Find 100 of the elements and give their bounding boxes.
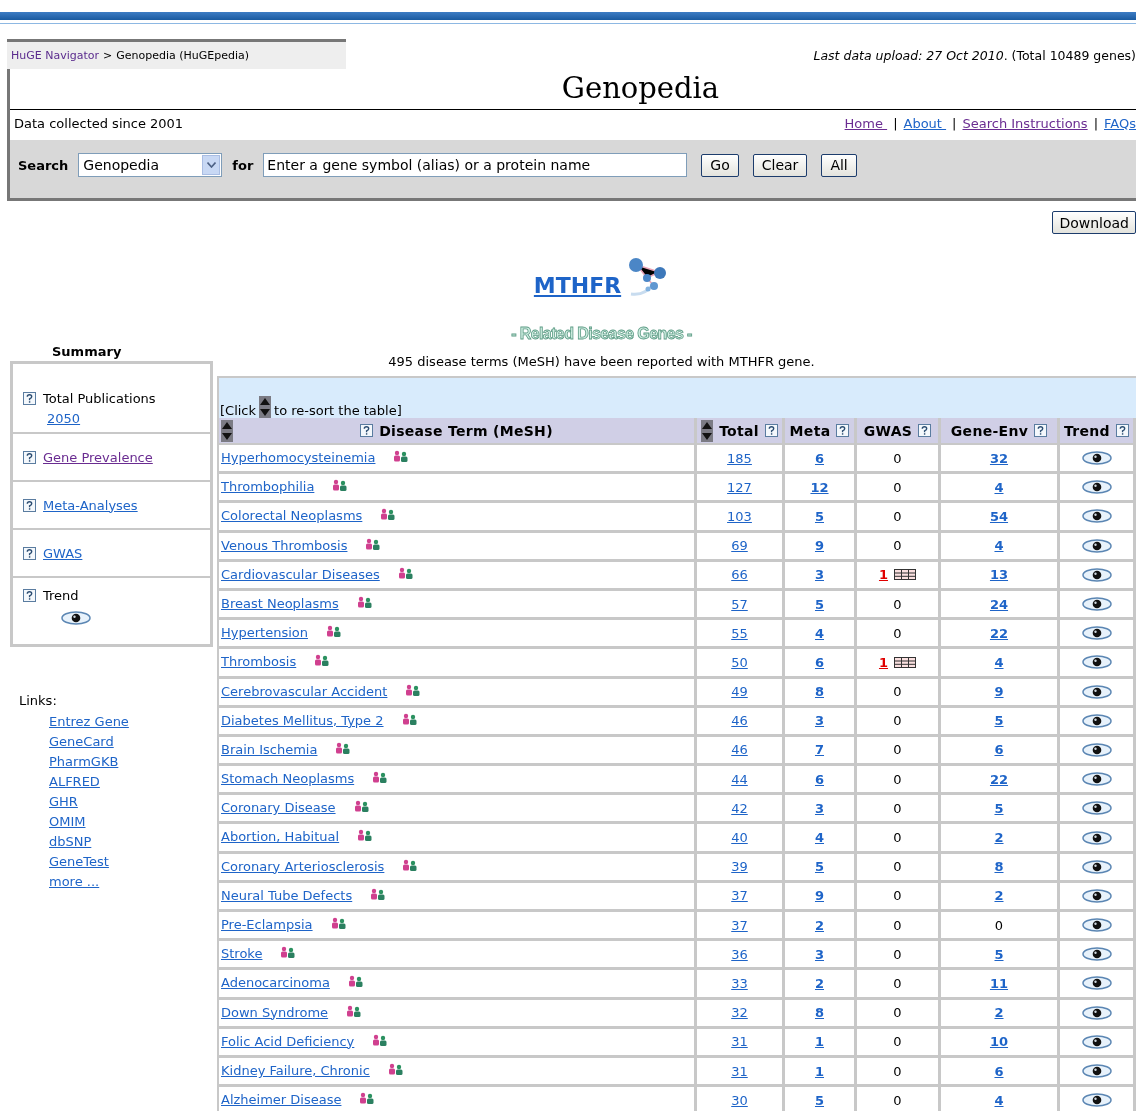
people-icon[interactable] [356,595,372,608]
nav-link[interactable]: About [903,115,947,131]
search-button[interactable]: Go [701,153,739,177]
people-icon[interactable] [332,479,348,492]
disease-link[interactable]: Colorectal Neoplasms [221,508,363,524]
eye-icon[interactable] [1081,976,1112,991]
meta-link[interactable]: 6 [814,771,824,787]
people-icon[interactable] [402,858,418,871]
gene-env-link[interactable]: 24 [989,596,1009,612]
people-icon[interactable] [346,1004,362,1017]
total-link[interactable]: 31 [731,1063,748,1079]
help-icon[interactable] [836,424,850,437]
meta-link[interactable]: 4 [814,830,824,846]
total-link[interactable]: 37 [731,888,748,904]
database-select[interactable]: Genopedia [78,153,223,177]
breadcrumb-link[interactable]: Genopedia (HuGEpedia) [116,48,250,62]
eye-icon[interactable] [1081,480,1112,495]
eye-icon[interactable] [1081,918,1112,933]
search-button[interactable]: Clear [752,153,808,177]
help-icon[interactable] [23,450,36,464]
people-icon[interactable] [372,1033,388,1046]
publication-count-link[interactable]: 2050 [23,411,210,426]
gene-env-link[interactable]: 10 [989,1034,1009,1050]
disease-link[interactable]: Pre-Eclampsia [221,917,313,932]
resource-link[interactable]: Entrez Gene [49,714,129,729]
disease-link[interactable]: Venous Thrombosis [221,537,348,553]
disease-link[interactable]: Thrombophilia [221,479,315,495]
gene-env-link[interactable]: 54 [989,508,1009,524]
people-icon[interactable] [280,946,296,959]
disease-link[interactable]: Stomach Neoplasms [221,771,355,787]
people-icon[interactable] [387,1062,403,1075]
resource-link[interactable]: ALFRED [49,774,100,789]
people-icon[interactable] [397,566,413,579]
eye-icon[interactable] [1081,801,1112,816]
people-icon[interactable] [314,654,330,667]
total-link[interactable]: 42 [731,800,748,816]
gene-env-link[interactable]: 4 [994,654,1004,670]
total-link[interactable]: 103 [727,508,752,524]
meta-link[interactable]: 9 [814,538,824,554]
eye-icon[interactable] [1081,772,1112,787]
total-link[interactable]: 49 [731,684,748,700]
meta-link[interactable]: 1 [814,1063,824,1079]
help-icon[interactable] [918,424,932,437]
disease-link[interactable]: Thrombosis [221,654,297,670]
meta-link[interactable]: 8 [814,684,824,700]
total-link[interactable]: 40 [731,830,748,846]
resource-link[interactable]: GeneCard [49,734,114,749]
gene-env-link[interactable]: 5 [994,800,1004,816]
disease-link[interactable]: Neural Tube Defects [221,887,353,903]
meta-link[interactable]: 5 [814,508,824,524]
resource-link[interactable]: more ... [49,874,100,889]
total-link[interactable]: 37 [731,917,748,933]
total-link[interactable]: 44 [731,771,748,787]
meta-link[interactable]: 7 [814,742,824,758]
resource-link[interactable]: OMIM [49,814,86,829]
total-link[interactable]: 50 [731,654,748,670]
gene-env-link[interactable]: 4 [994,479,1004,495]
eye-icon[interactable] [1081,451,1112,466]
gene-env-link[interactable]: 2 [994,888,1004,904]
eye-icon[interactable] [1081,1034,1112,1049]
gene-env-link[interactable]: 11 [989,975,1009,991]
total-link[interactable]: 55 [731,625,748,641]
total-link[interactable]: 39 [731,859,748,875]
disease-link[interactable]: Stroke [221,946,263,962]
people-icon[interactable] [365,537,381,550]
eye-icon[interactable] [1081,538,1112,553]
people-icon[interactable] [393,450,409,462]
help-icon[interactable] [764,424,778,437]
people-icon[interactable] [372,771,388,784]
disease-link[interactable]: Breast Neoplasms [221,595,339,611]
search-field[interactable]: Enter a gene symbol (alias) or a protein name [263,153,688,177]
summary-link[interactable]: Gene Prevalence [43,449,153,465]
meta-link[interactable]: 6 [814,450,824,466]
meta-link[interactable]: 12 [810,479,829,495]
gene-link[interactable]: MTHFR [533,273,622,298]
eye-icon[interactable] [1081,888,1112,903]
eye-icon[interactable] [1081,1064,1112,1079]
eye-icon[interactable] [1081,684,1112,699]
disease-link[interactable]: Hyperhomocysteinemia [221,450,376,465]
resource-link[interactable]: GHR [49,794,78,809]
help-icon[interactable] [1034,424,1048,437]
gene-env-link[interactable]: 2 [994,1005,1004,1021]
people-icon[interactable] [326,625,341,638]
meta-link[interactable]: 2 [814,917,824,933]
sort-icon[interactable] [701,419,714,442]
eye-icon[interactable] [1081,626,1112,641]
total-link[interactable]: 185 [727,450,752,466]
eye-icon[interactable] [61,611,91,625]
disease-link[interactable]: Coronary Disease [221,800,336,816]
meta-link[interactable]: 3 [814,713,824,729]
meta-link[interactable]: 5 [814,596,824,612]
people-icon[interactable] [330,917,346,929]
meta-link[interactable]: 5 [814,1092,824,1108]
meta-link[interactable]: 2 [814,975,824,991]
eye-icon[interactable] [1081,509,1112,524]
disease-link[interactable]: Folic Acid Deficiency [221,1033,355,1049]
disease-link[interactable]: Adenocarcinoma [221,975,330,991]
eye-icon[interactable] [1081,597,1112,612]
eye-icon[interactable] [1081,1005,1112,1020]
gene-env-link[interactable]: 5 [994,946,1004,962]
